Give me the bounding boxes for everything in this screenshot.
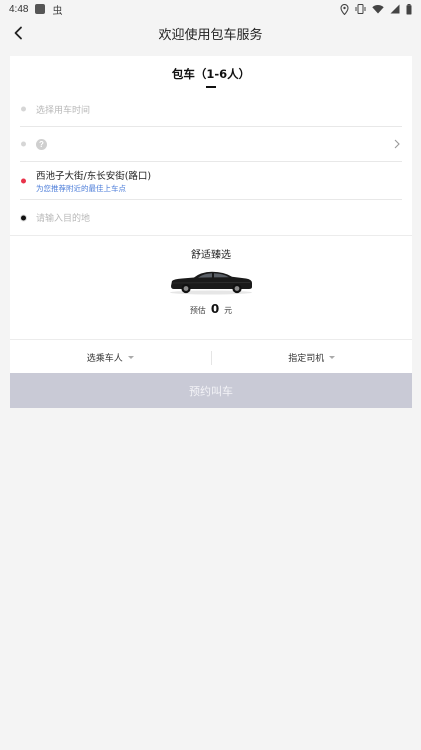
options-row: 选乘车人 指定司机	[10, 339, 412, 375]
status-left: 4:48 虫	[9, 2, 62, 17]
tab-row: 包车（1-6人）	[10, 56, 412, 92]
back-button[interactable]	[8, 23, 28, 43]
location-icon	[340, 3, 349, 15]
book-ride-button[interactable]: 预约叫车	[10, 373, 412, 408]
service-dot-icon	[21, 141, 26, 147]
pickup-block: 西池子大街/东长安街(路口) 为您推荐附近的最佳上车点	[36, 168, 151, 194]
vibrate-icon	[355, 4, 366, 14]
select-passenger-button[interactable]: 选乘车人	[10, 351, 211, 364]
status-right	[340, 3, 412, 15]
sedan-car-icon	[170, 271, 252, 295]
help-icon[interactable]: ?	[36, 138, 47, 150]
page-title: 欢迎使用包车服务	[158, 27, 263, 43]
header: 欢迎使用包车服务	[0, 18, 421, 48]
car-option[interactable]: 舒适臻选 预估 0 元	[10, 236, 412, 339]
signal-icon	[390, 4, 400, 14]
destination-row[interactable]: 请输入目的地	[20, 200, 402, 235]
app-square-icon	[35, 4, 46, 14]
destination-input[interactable]: 请输入目的地	[36, 211, 90, 224]
battery-icon	[406, 3, 412, 14]
service-type-row[interactable]: ?	[20, 127, 402, 162]
tab-underline	[206, 86, 216, 88]
tab-charter-label: 包车（1-6人）	[171, 67, 251, 81]
pickup-dot-icon	[21, 178, 26, 183]
tab-charter[interactable]: 包车（1-6人）	[171, 66, 251, 88]
pickup-row[interactable]: 西池子大街/东长安街(路口) 为您推荐附近的最佳上车点	[20, 162, 402, 200]
car-name: 舒适臻选	[191, 250, 231, 261]
charter-card: 包车（1-6人） 选择用车时间 ? 西池子大街/东长安街(路口) 为您推荐附近的…	[10, 56, 412, 408]
chevron-left-icon	[14, 26, 22, 40]
pickup-address: 西池子大街/东长安街(路口)	[36, 170, 152, 182]
assign-driver-button[interactable]: 指定司机	[212, 351, 413, 364]
select-passenger-label: 选乘车人	[86, 354, 123, 364]
chevron-right-icon	[394, 139, 400, 149]
price-row: 预估 0 元	[190, 302, 232, 316]
bug-icon: 虫	[52, 5, 63, 17]
assign-driver-label: 指定司机	[288, 354, 325, 364]
caret-down-icon	[329, 356, 336, 359]
time-select-row[interactable]: 选择用车时间	[20, 92, 402, 127]
price-value: 0	[210, 302, 220, 316]
pickup-hint: 为您推荐附近的最佳上车点	[36, 183, 126, 193]
status-time: 4:48	[9, 3, 29, 15]
wifi-icon	[372, 5, 384, 14]
price-label: 预估	[189, 306, 206, 315]
time-placeholder: 选择用车时间	[36, 105, 91, 116]
caret-down-icon	[127, 356, 134, 359]
time-dot-icon	[21, 106, 26, 112]
destination-dot-icon	[21, 215, 26, 220]
status-bar: 4:48 虫	[0, 0, 421, 18]
price-unit: 元	[224, 306, 233, 315]
